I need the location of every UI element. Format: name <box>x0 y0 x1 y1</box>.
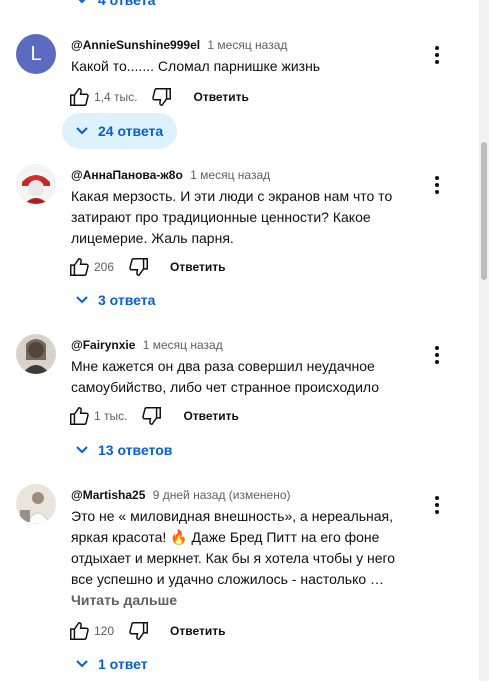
like-count: 1 тыс. <box>94 409 128 423</box>
dislike-icon[interactable] <box>128 256 150 278</box>
comment-text: Какая мерзость. И эти люди с экранов нам… <box>71 188 393 246</box>
like-count: 1,4 тыс. <box>94 90 138 104</box>
scrollbar[interactable] <box>479 0 489 681</box>
like-icon[interactable] <box>68 405 90 427</box>
replies-count: 3 ответа <box>98 292 156 308</box>
replies-toggle[interactable]: 1 ответ <box>62 646 162 682</box>
comment-author[interactable]: @AnnieSunshine999el <box>71 38 200 52</box>
like-count: 120 <box>94 624 115 638</box>
chevron-down-icon <box>76 446 88 454</box>
replies-count: 24 ответа <box>98 123 164 139</box>
avatar[interactable] <box>16 334 56 374</box>
comment-time[interactable]: 1 месяц назад <box>207 38 287 52</box>
avatar-image <box>16 334 56 374</box>
comment-text: Это не « миловидная внешность», а нереал… <box>71 508 396 587</box>
comment-author[interactable]: @АннаПанова-ж8о <box>71 168 183 182</box>
avatar[interactable] <box>16 484 56 524</box>
reply-button[interactable]: Ответить <box>170 624 225 638</box>
replies-count: 13 ответов <box>98 442 173 458</box>
like-icon[interactable] <box>68 86 90 108</box>
like-count: 206 <box>94 260 115 274</box>
replies-toggle[interactable]: 13 ответов <box>62 432 186 468</box>
dislike-icon[interactable] <box>128 620 150 642</box>
avatar[interactable]: L <box>16 34 56 74</box>
comment-author[interactable]: @Fairynxie <box>71 338 135 352</box>
more-actions-icon[interactable] <box>434 46 440 64</box>
more-actions-icon[interactable] <box>434 346 440 364</box>
comment-time[interactable]: 1 месяц назад <box>143 338 223 352</box>
replies-toggle[interactable]: 3 ответа <box>62 282 169 318</box>
avatar-image <box>16 484 56 524</box>
replies-count: 4 ответа <box>98 0 156 8</box>
chevron-down-icon <box>78 0 86 4</box>
comment-time[interactable]: 1 месяц назад <box>190 168 270 182</box>
chevron-down-icon <box>76 296 88 304</box>
replies-toggle[interactable]: 24 ответа <box>62 113 178 149</box>
avatar-image <box>16 164 56 204</box>
reply-button[interactable]: Ответить <box>170 260 225 274</box>
replies-toggle-top[interactable]: 4 ответа <box>62 0 169 18</box>
comment-time[interactable]: 9 дней назад (изменено) <box>153 488 291 502</box>
chevron-down-icon <box>76 660 88 668</box>
comment-text: Какой то....... Сломал парнишке жизнь <box>71 58 321 74</box>
chevron-down-icon <box>76 127 88 135</box>
reply-button[interactable]: Ответить <box>193 90 248 104</box>
more-actions-icon[interactable] <box>434 176 440 194</box>
comment-author[interactable]: @Martisha25 <box>71 488 145 502</box>
like-icon[interactable] <box>68 620 90 642</box>
avatar[interactable] <box>16 164 56 204</box>
dislike-icon[interactable] <box>151 86 173 108</box>
read-more-button[interactable]: Читать дальше <box>71 592 177 608</box>
replies-count: 1 ответ <box>98 656 148 672</box>
dislike-icon[interactable] <box>141 405 163 427</box>
reply-button[interactable]: Ответить <box>183 409 238 423</box>
comment-text: Мне кажется он два раза совершил неудачн… <box>71 358 380 395</box>
like-icon[interactable] <box>68 256 90 278</box>
scrollbar-thumb[interactable] <box>481 142 487 280</box>
more-actions-icon[interactable] <box>434 496 440 514</box>
